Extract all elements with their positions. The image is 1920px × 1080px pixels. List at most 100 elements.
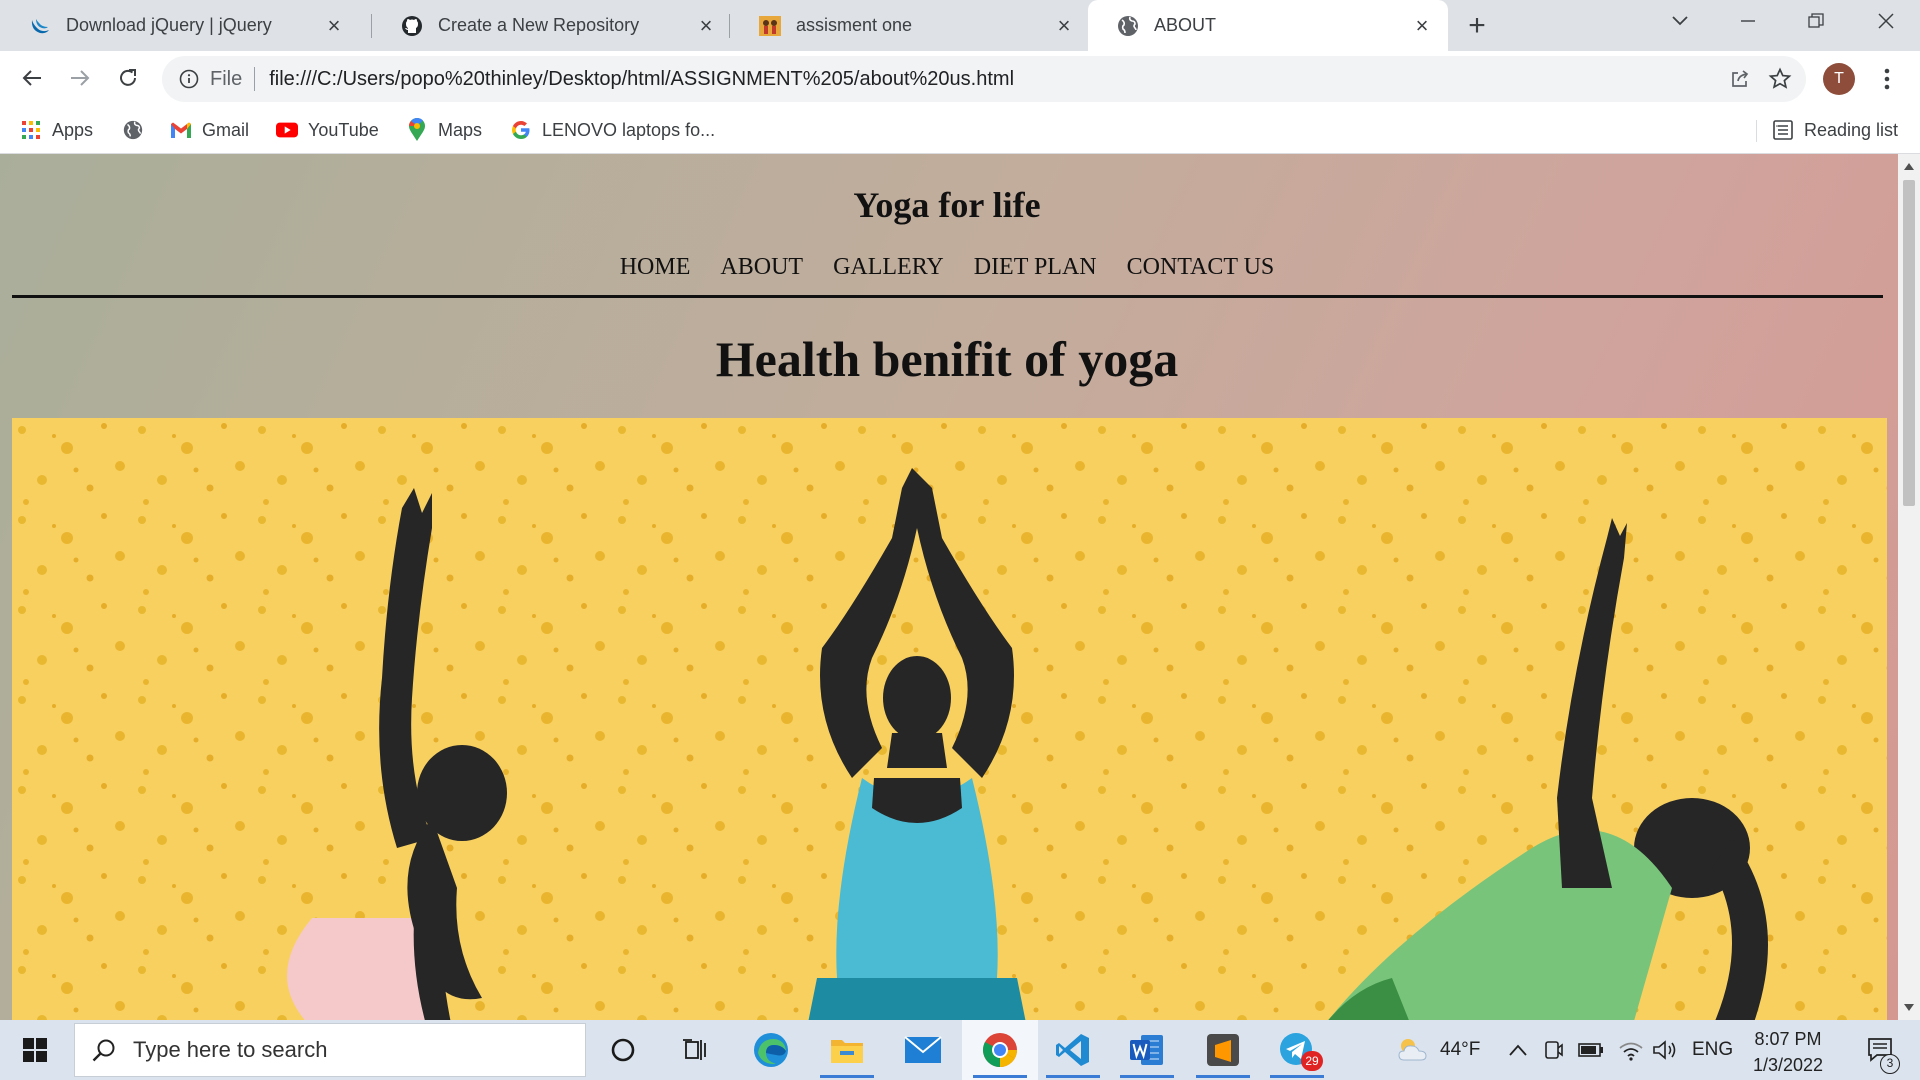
reload-button[interactable]	[110, 60, 146, 96]
page-scrollbar[interactable]	[1898, 154, 1920, 1020]
address-bar[interactable]: File file:///C:/Users/popo%20thinley/Des…	[162, 56, 1806, 102]
bookmark-label: LENOVO laptops fo...	[542, 119, 716, 140]
profile-avatar[interactable]: T	[1823, 63, 1855, 95]
word-icon[interactable]	[1112, 1020, 1182, 1080]
clock[interactable]: 8:07 PM 1/3/2022	[1740, 1026, 1836, 1078]
site-title: Yoga for life	[853, 185, 1041, 225]
bookmark-label: Maps	[438, 119, 483, 140]
info-icon[interactable]	[178, 68, 200, 90]
tab-search-button[interactable]	[1650, 0, 1710, 42]
bookmark-label: Apps	[52, 119, 94, 140]
tab-about[interactable]: ABOUT ×	[1088, 0, 1448, 51]
close-icon[interactable]: ×	[1052, 13, 1076, 38]
minimize-icon	[1741, 20, 1755, 22]
running-indicator	[1120, 1075, 1174, 1078]
close-icon[interactable]: ×	[322, 13, 346, 38]
bookmark-gmail[interactable]: Gmail	[170, 116, 249, 144]
tab-github[interactable]: Create a New Repository ×	[372, 0, 732, 51]
volume-icon[interactable]	[1652, 1020, 1678, 1080]
back-arrow-icon	[22, 70, 41, 86]
reading-list-button[interactable]: Reading list	[1772, 116, 1898, 144]
sublime-text-icon[interactable]	[1188, 1020, 1258, 1080]
page-viewport: Yoga for life HOME ABOUT GALLERY DIET PL…	[0, 154, 1898, 1020]
notification-count: 3	[1880, 1054, 1900, 1074]
gmail-icon	[170, 119, 192, 141]
windows-logo-icon	[23, 1038, 47, 1062]
weather-widget[interactable]: 44°F	[1396, 1020, 1480, 1080]
nav-link-about[interactable]: ABOUT	[720, 254, 803, 281]
nav-link-home[interactable]: HOME	[620, 254, 691, 281]
nav-link-gallery[interactable]: GALLERY	[833, 254, 944, 281]
scheme-label: File	[210, 67, 243, 90]
tray-overflow-icon[interactable]	[1508, 1020, 1528, 1080]
bookmarks-divider	[1756, 120, 1757, 142]
restore-button[interactable]	[1786, 0, 1846, 42]
search-placeholder: Type here to search	[133, 1037, 328, 1062]
close-icon[interactable]: ×	[1410, 13, 1434, 38]
minimize-button[interactable]	[1718, 0, 1778, 42]
language-label: ENG	[1692, 1039, 1734, 1060]
vscode-icon[interactable]	[1038, 1020, 1108, 1080]
clock-time: 8:07 PM	[1754, 1029, 1822, 1049]
running-indicator	[973, 1075, 1027, 1078]
jquery-icon	[28, 14, 52, 38]
tab-assisment-one[interactable]: assisment one ×	[730, 0, 1090, 51]
cortana-icon[interactable]	[588, 1020, 658, 1080]
bookmark-maps[interactable]: Maps	[406, 116, 482, 144]
browser-toolbar: File file:///C:/Users/popo%20thinley/Des…	[0, 51, 1920, 106]
wifi-icon[interactable]	[1618, 1020, 1644, 1080]
partly-cloudy-icon	[1398, 1039, 1427, 1061]
bookmark-apps[interactable]: Apps	[20, 116, 93, 144]
apps-grid-icon	[20, 119, 42, 141]
notification-center-button[interactable]: 3	[1856, 1020, 1906, 1080]
globe-icon	[1116, 14, 1140, 38]
file-explorer-icon[interactable]	[812, 1020, 882, 1080]
yoga-thumbnail-icon	[758, 14, 782, 38]
scroll-down-icon[interactable]	[1903, 1002, 1915, 1014]
github-icon	[400, 14, 424, 38]
new-tab-button[interactable]: +	[1462, 9, 1492, 42]
restore-icon	[1808, 13, 1824, 28]
chevron-down-icon	[1672, 16, 1688, 26]
forward-button[interactable]	[62, 60, 98, 96]
running-indicator	[1196, 1075, 1250, 1078]
nav-link-diet-plan[interactable]: DIET PLAN	[974, 254, 1097, 281]
close-icon[interactable]: ×	[694, 13, 718, 38]
mail-icon[interactable]	[888, 1020, 958, 1080]
telegram-badge: 29	[1301, 1051, 1323, 1071]
globe-icon	[122, 119, 144, 141]
bookmark-lenovo[interactable]: LENOVO laptops fo...	[510, 116, 715, 144]
google-icon	[510, 119, 532, 141]
taskbar-search[interactable]: Type here to search	[74, 1023, 586, 1077]
battery-icon[interactable]	[1578, 1020, 1604, 1080]
tab-jquery[interactable]: Download jQuery | jQuery ×	[0, 0, 360, 51]
bookmark-label: YouTube	[308, 119, 379, 140]
share-icon[interactable]	[1720, 59, 1760, 99]
start-button[interactable]	[0, 1020, 70, 1080]
nav-link-contact-us[interactable]: CONTACT US	[1127, 254, 1275, 281]
scrollbar-thumb[interactable]	[1903, 180, 1915, 506]
telegram-icon[interactable]: 29	[1262, 1020, 1332, 1080]
bookmark-star-icon[interactable]	[1760, 59, 1800, 99]
tab-title: Create a New Repository	[438, 15, 640, 35]
meet-now-icon[interactable]	[1542, 1020, 1564, 1080]
bookmark-label: Gmail	[202, 119, 250, 140]
back-button[interactable]	[14, 60, 50, 96]
running-indicator	[1270, 1075, 1324, 1078]
task-view-icon[interactable]	[661, 1020, 731, 1080]
close-icon	[1878, 13, 1894, 29]
bookmark-globe[interactable]	[122, 116, 154, 144]
more-menu-icon[interactable]	[1872, 63, 1902, 95]
windows-taskbar: Type here to search 29 44°F ENG 8:07 PM …	[0, 1020, 1920, 1080]
language-indicator[interactable]: ENG	[1692, 1020, 1733, 1080]
tab-title: ABOUT	[1154, 15, 1217, 35]
bookmark-youtube[interactable]: YouTube	[276, 116, 379, 144]
edge-icon[interactable]	[736, 1020, 806, 1080]
scroll-up-icon[interactable]	[1903, 160, 1915, 172]
chrome-icon[interactable]	[962, 1020, 1038, 1080]
maps-pin-icon	[406, 118, 428, 141]
site-nav: HOME ABOUT GALLERY DIET PLAN CONTACT US	[0, 254, 1894, 281]
running-indicator	[1046, 1075, 1100, 1078]
url-text[interactable]: file:///C:/Users/popo%20thinley/Desktop/…	[269, 68, 1720, 91]
close-window-button[interactable]	[1856, 0, 1916, 42]
